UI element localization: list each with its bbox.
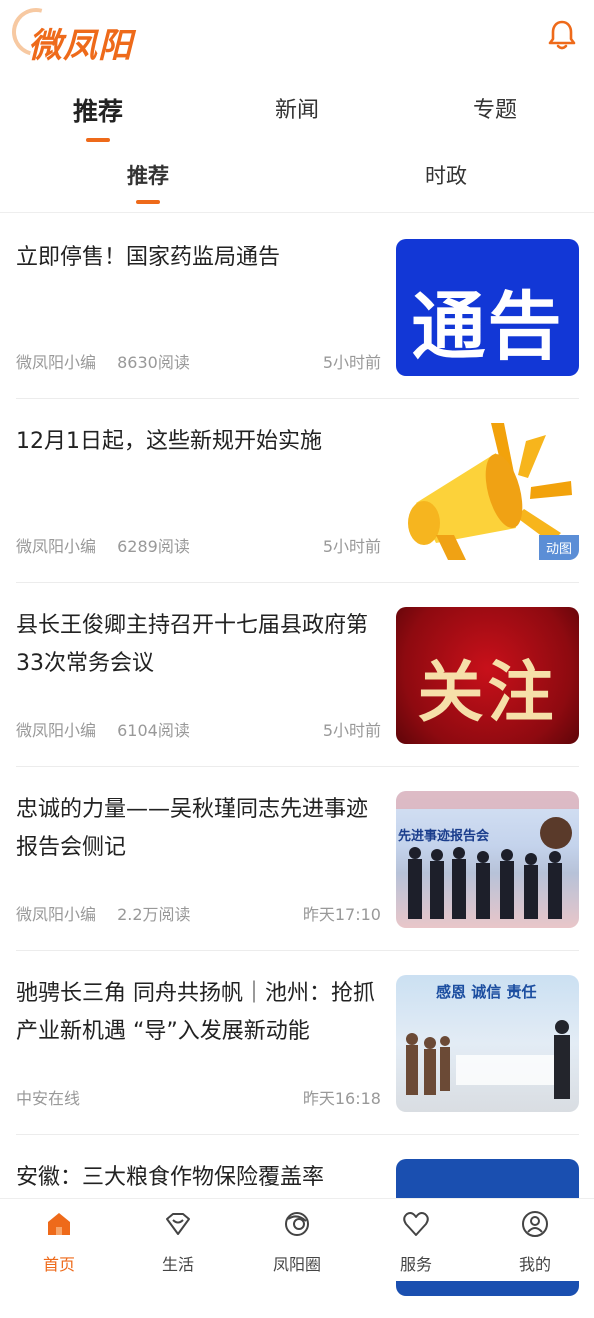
article-time: 5小时前	[322, 537, 381, 556]
thumbnail-text: 通告	[411, 284, 564, 370]
logo-text: 微凤阳	[28, 26, 133, 66]
article-time: 5小时前	[322, 353, 381, 372]
tab-news[interactable]: 新闻	[237, 92, 357, 124]
article-meta: 微凤阳小编 2.2万阅读 昨天17:10	[16, 901, 381, 925]
article-source: 微凤阳小编	[16, 537, 97, 556]
tab-recommend[interactable]: 推荐	[38, 92, 158, 142]
article-reads: 6104阅读	[117, 721, 190, 740]
subtab-politics[interactable]: 时政	[386, 160, 506, 190]
article-item[interactable]: 县长王俊卿主持召开十七届县政府第33次常务会议 微凤阳小编 6104阅读 5小时…	[16, 583, 579, 767]
article-title: 安徽：三大粮食作物保险覆盖率	[16, 1165, 325, 1190]
article-thumbnail: 关注	[396, 607, 579, 744]
nav-label: 首页	[42, 1255, 75, 1274]
article-thumbnail: 动图	[396, 423, 579, 560]
article-meta: 微凤阳小编 6289阅读 5小时前	[16, 533, 381, 557]
app-logo[interactable]: 微凤阳	[3, 0, 182, 66]
article-title: 驰骋长三角 同舟共扬帆｜池州：抢抓产业新机遇 “导”入发展新动能	[16, 981, 375, 1044]
nav-label: 凤阳圈	[272, 1255, 321, 1274]
sub-tab-bar: 推荐 时政	[0, 152, 594, 213]
app-header: 微凤阳	[0, 0, 594, 78]
article-item[interactable]: 12月1日起，这些新规开始实施 微凤阳小编 6289阅读 5小时前 动图	[16, 399, 579, 583]
article-title: 立即停售！国家药监局通告	[16, 245, 281, 270]
tab-label: 专题	[472, 98, 517, 123]
article-item[interactable]: 驰骋长三角 同舟共扬帆｜池州：抢抓产业新机遇 “导”入发展新动能 中安在线 昨天…	[16, 951, 579, 1135]
article-source: 微凤阳小编	[16, 905, 97, 924]
article-source: 微凤阳小编	[16, 721, 97, 740]
people-photo-image	[396, 791, 579, 919]
article-source: 中安在线	[16, 1089, 81, 1108]
active-tab-indicator	[86, 138, 110, 142]
article-title: 县长王俊卿主持召开十七届县政府第33次常务会议	[16, 613, 369, 676]
article-item[interactable]: 忠诚的力量——吴秋瑾同志先进事迹报告会侧记 微凤阳小编 2.2万阅读 昨天17:…	[16, 767, 579, 951]
subtab-label: 推荐	[127, 164, 169, 188]
article-meta: 微凤阳小编 6104阅读 5小时前	[16, 717, 381, 741]
nav-label: 服务	[399, 1255, 432, 1274]
article-thumbnail: 通告	[396, 239, 579, 376]
article-source: 微凤阳小编	[16, 353, 97, 372]
nav-mine[interactable]: 我的	[490, 1209, 580, 1275]
nav-label: 我的	[518, 1255, 551, 1274]
article-thumbnail: 先进事迹报告会	[396, 791, 579, 928]
article-thumbnail: 感恩 诚信 责任	[396, 975, 579, 1112]
article-time: 昨天16:18	[302, 1089, 381, 1108]
article-time: 昨天17:10	[302, 905, 381, 924]
heart-diamond-icon	[166, 1213, 190, 1235]
bottom-nav: 首页 生活 凤阳圈 服务 我的	[0, 1198, 594, 1281]
circle-swirl-icon	[285, 1212, 309, 1236]
article-reads: 6289阅读	[117, 537, 190, 556]
article-reads: 8630阅读	[117, 353, 190, 372]
article-title: 12月1日起，这些新规开始实施	[16, 429, 322, 454]
exhibition-photo-image	[406, 1020, 570, 1099]
article-time: 5小时前	[322, 721, 381, 740]
nav-label: 生活	[161, 1255, 194, 1274]
article-title: 忠诚的力量——吴秋瑾同志先进事迹报告会侧记	[16, 797, 369, 860]
heart-icon	[403, 1212, 429, 1236]
article-reads: 2.2万阅读	[117, 905, 191, 924]
tab-label: 新闻	[274, 98, 319, 123]
subtab-label: 时政	[425, 164, 467, 188]
nav-services[interactable]: 服务	[371, 1209, 461, 1275]
top-tab-bar: 推荐 新闻 专题	[0, 82, 594, 142]
tab-topics[interactable]: 专题	[435, 92, 555, 124]
gif-badge: 动图	[538, 535, 579, 560]
tab-label: 推荐	[72, 97, 123, 126]
nav-life[interactable]: 生活	[133, 1209, 223, 1275]
nav-home[interactable]: 首页	[14, 1209, 104, 1275]
home-icon	[48, 1213, 70, 1235]
subtab-recommend[interactable]: 推荐	[88, 160, 208, 204]
nav-fengyang-circle[interactable]: 凤阳圈	[252, 1209, 342, 1275]
thumbnail-text: 关注	[417, 654, 558, 731]
article-item[interactable]: 立即停售！国家药监局通告 微凤阳小编 8630阅读 5小时前 通告	[16, 215, 579, 399]
bell-icon[interactable]	[545, 18, 579, 52]
user-icon	[522, 1211, 548, 1237]
article-meta: 微凤阳小编 8630阅读 5小时前	[16, 349, 381, 373]
article-meta: 中安在线 昨天16:18	[16, 1085, 381, 1109]
active-subtab-indicator	[136, 200, 160, 204]
